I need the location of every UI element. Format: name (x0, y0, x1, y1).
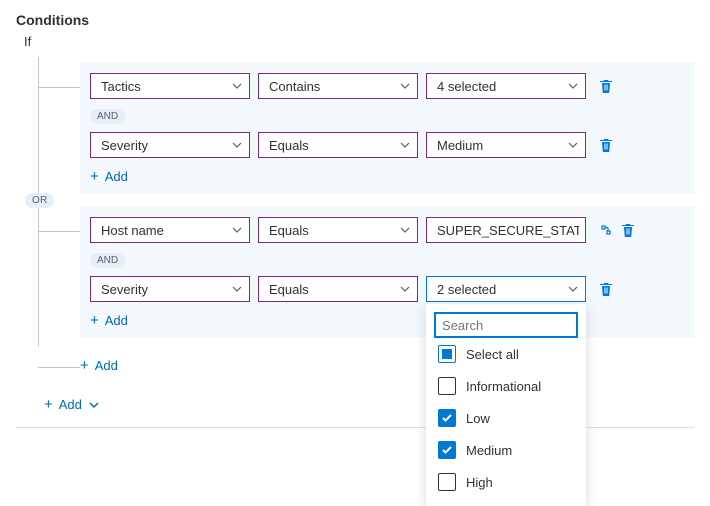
field-value: Host name (101, 223, 164, 238)
condition-tree: Tactics Contains 4 selected AND Se (38, 63, 694, 374)
chevron-down-icon (399, 283, 411, 295)
select-all-option[interactable]: Select all (434, 338, 578, 370)
add-group-row: + Add (38, 357, 694, 374)
or-badge: OR (25, 193, 54, 208)
value-select[interactable]: 2 selected (426, 276, 586, 302)
delete-icon[interactable] (620, 222, 636, 238)
option-label: Low (466, 411, 490, 426)
add-label: Add (59, 397, 82, 412)
add-condition-button[interactable]: + Add (90, 312, 128, 329)
condition-row: Severity Equals 2 selected (90, 276, 684, 302)
operator-value: Equals (269, 282, 309, 297)
and-badge: AND (90, 109, 125, 124)
value-dropdown: Select all Informational Low Medium High (426, 304, 586, 506)
option-label: High (466, 475, 493, 490)
operator-select[interactable]: Equals (258, 276, 418, 302)
checkbox-icon (438, 473, 456, 491)
condition-row: Severity Equals Medium (90, 132, 684, 158)
value-select[interactable]: Medium (426, 132, 586, 158)
add-label: Add (105, 169, 128, 184)
add-group-button[interactable]: + Add (80, 357, 118, 374)
chevron-down-icon (231, 283, 243, 295)
plus-icon: + (90, 312, 99, 329)
dropdown-option[interactable]: Informational (434, 370, 578, 402)
delete-icon[interactable] (598, 137, 614, 153)
field-select[interactable]: Tactics (90, 73, 250, 99)
option-label: Select all (466, 347, 519, 362)
add-label: Add (95, 358, 118, 373)
value-text: Medium (437, 138, 483, 153)
checkbox-checked-icon (438, 409, 456, 427)
add-condition-button[interactable]: + Add (90, 168, 128, 185)
value-select[interactable]: SUPER_SECURE_STATION (426, 217, 586, 243)
chevron-down-icon (567, 283, 579, 295)
value-text: 4 selected (437, 79, 496, 94)
add-root-button[interactable]: + Add (44, 396, 100, 413)
section-title: Conditions (16, 12, 694, 28)
field-select[interactable]: Severity (90, 132, 250, 158)
value-text: 2 selected (437, 282, 496, 297)
plus-icon: + (44, 396, 53, 413)
field-value: Tactics (101, 79, 141, 94)
option-label: Medium (466, 443, 512, 458)
operator-value: Equals (269, 138, 309, 153)
checkbox-indeterminate-icon (438, 345, 456, 363)
chevron-down-icon (567, 139, 579, 151)
operator-select[interactable]: Equals (258, 217, 418, 243)
dropdown-option[interactable]: High (434, 466, 578, 498)
add-label: Add (105, 313, 128, 328)
chevron-down-icon (231, 224, 243, 236)
checkbox-checked-icon (438, 441, 456, 459)
chevron-down-icon (88, 399, 100, 411)
operator-value: Equals (269, 223, 309, 238)
option-label: Informational (466, 379, 541, 394)
entity-mapping-icon[interactable] (598, 222, 614, 238)
condition-group: OR Host name Equals SUPER_SECURE_STATION (38, 207, 694, 337)
delete-icon[interactable] (598, 281, 614, 297)
and-badge: AND (90, 253, 125, 268)
checkbox-icon (438, 377, 456, 395)
chevron-down-icon (399, 139, 411, 151)
field-value: Severity (101, 282, 148, 297)
field-value: Severity (101, 138, 148, 153)
condition-group: Tactics Contains 4 selected AND Se (38, 63, 694, 193)
condition-row: Tactics Contains 4 selected (90, 73, 684, 99)
chevron-down-icon (231, 80, 243, 92)
operator-value: Contains (269, 79, 320, 94)
operator-select[interactable]: Contains (258, 73, 418, 99)
dropdown-option[interactable]: Low (434, 402, 578, 434)
divider (16, 427, 694, 428)
field-select[interactable]: Severity (90, 276, 250, 302)
value-text: SUPER_SECURE_STATION (437, 223, 579, 238)
chevron-down-icon (399, 224, 411, 236)
operator-select[interactable]: Equals (258, 132, 418, 158)
field-select[interactable]: Host name (90, 217, 250, 243)
if-label: If (24, 34, 694, 49)
group-box: Tactics Contains 4 selected AND Se (80, 63, 694, 193)
delete-icon[interactable] (598, 78, 614, 94)
chevron-down-icon (567, 80, 579, 92)
dropdown-option[interactable]: Medium (434, 434, 578, 466)
chevron-down-icon (231, 139, 243, 151)
group-box: Host name Equals SUPER_SECURE_STATION AN… (80, 207, 694, 337)
dropdown-search-input[interactable] (434, 312, 578, 338)
plus-icon: + (80, 357, 89, 374)
value-select[interactable]: 4 selected (426, 73, 586, 99)
chevron-down-icon (399, 80, 411, 92)
condition-row: Host name Equals SUPER_SECURE_STATION (90, 217, 684, 243)
plus-icon: + (90, 168, 99, 185)
